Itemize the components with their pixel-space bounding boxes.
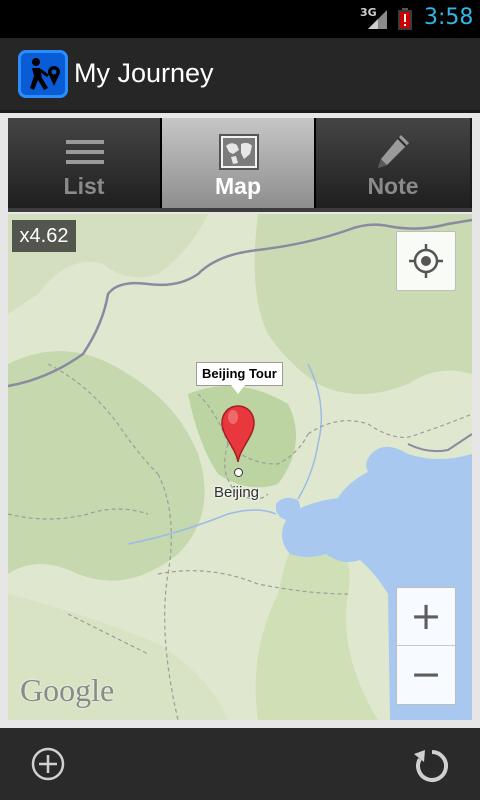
clock: 3:58 [424, 5, 474, 30]
refresh-icon[interactable] [412, 746, 452, 786]
tab-bar: List Map Note [8, 118, 472, 212]
map-attribution: Google [20, 672, 115, 708]
signal-icon [368, 10, 387, 29]
zoom-level-badge: x4.62 [12, 220, 76, 252]
info-window-tail [231, 385, 245, 394]
status-bar: 3G 3:58 [0, 0, 480, 38]
tab-map[interactable]: Map [162, 118, 316, 208]
zoom-in-button[interactable]: + [397, 588, 455, 646]
my-location-button[interactable] [396, 231, 456, 291]
map-marker-pin-icon[interactable] [220, 404, 256, 462]
app-title: My Journey [74, 58, 214, 88]
pencil-icon [378, 135, 409, 168]
city-dot [234, 468, 243, 477]
action-bar: My Journey [0, 38, 480, 113]
map-view[interactable]: x4.62 Beijing Tour Beijing + − Google [8, 214, 472, 720]
zoom-out-button[interactable]: − [397, 646, 455, 703]
tab-list-label: List [63, 173, 105, 199]
hiker-pin-icon[interactable] [18, 50, 68, 98]
zoom-controls: + − [396, 587, 456, 705]
tab-underline [8, 208, 472, 212]
bottom-action-bar [0, 728, 480, 800]
add-circle-icon[interactable] [30, 746, 66, 782]
list-icon [66, 140, 104, 164]
battery-icon [398, 8, 412, 30]
tab-note[interactable]: Note [316, 118, 470, 208]
tab-note-label: Note [367, 173, 419, 199]
city-label: Beijing [214, 484, 260, 501]
my-location-icon [409, 244, 443, 278]
marker-info-window[interactable]: Beijing Tour [196, 362, 283, 386]
map-icon [219, 134, 259, 170]
tab-map-label: Map [215, 173, 261, 199]
tab-list[interactable]: List [8, 118, 162, 208]
